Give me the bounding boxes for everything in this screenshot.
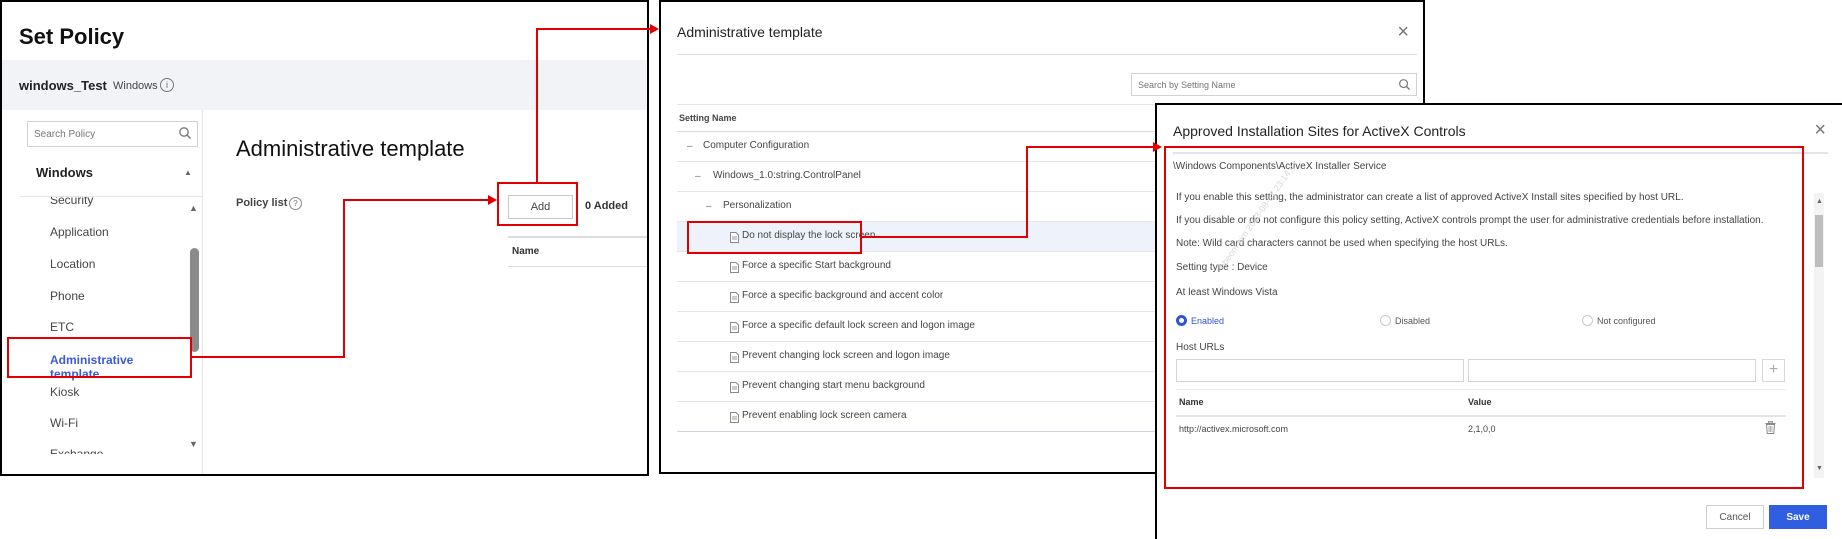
setting-label: Prevent changing start menu background bbox=[742, 380, 925, 391]
sidebar-divider bbox=[202, 110, 203, 474]
collapse-icon[interactable]: – bbox=[706, 201, 712, 212]
tree-node-label: Windows_1.0:string.ControlPanel bbox=[713, 170, 861, 181]
document-icon bbox=[730, 410, 739, 428]
setting-label: Prevent changing lock screen and logon i… bbox=[742, 350, 950, 361]
table-divider bbox=[508, 266, 647, 267]
search-icon[interactable] bbox=[178, 126, 192, 145]
annotation-connector bbox=[1026, 146, 1154, 148]
document-icon bbox=[730, 260, 739, 278]
help-icon[interactable]: ? bbox=[289, 197, 302, 210]
setting-label: Force a specific background and accent c… bbox=[742, 290, 944, 301]
setting-label: Prevent enabling lock screen camera bbox=[742, 410, 907, 421]
annotation-connector bbox=[536, 28, 538, 182]
annotation-arrow bbox=[650, 24, 659, 34]
setting-search-input[interactable] bbox=[1132, 74, 1382, 95]
document-icon bbox=[730, 290, 739, 308]
table-header-name: Name bbox=[512, 246, 540, 257]
tree-node-label: Personalization bbox=[723, 200, 792, 211]
document-icon bbox=[730, 380, 739, 398]
device-os: Windows bbox=[113, 80, 158, 92]
device-name: windows_Test bbox=[19, 78, 107, 93]
highlight-add-button bbox=[497, 182, 578, 226]
annotation-connector bbox=[343, 199, 345, 358]
highlight-setting-detail bbox=[1164, 146, 1804, 489]
sidebar-item-security[interactable]: Security bbox=[50, 197, 93, 207]
set-policy-panel: Set Policy windows_Test Windows i Window… bbox=[0, 0, 649, 476]
scroll-down-icon[interactable]: ▼ bbox=[189, 439, 198, 449]
chevron-up-icon[interactable]: ▲ bbox=[184, 168, 192, 177]
setting-label: Force a specific Start background bbox=[742, 260, 891, 271]
title-divider bbox=[677, 54, 1417, 55]
setting-search bbox=[1131, 73, 1417, 96]
sidebar-nav: Security Application Location Phone ETC … bbox=[20, 197, 185, 454]
sidebar-item-application[interactable]: Application bbox=[50, 225, 109, 239]
scroll-down-icon[interactable]: ▼ bbox=[1816, 465, 1823, 472]
policy-search-input[interactable] bbox=[28, 122, 168, 146]
info-icon[interactable]: i bbox=[160, 78, 174, 92]
sidebar-item-phone[interactable]: Phone bbox=[50, 289, 85, 303]
content-scrollbar[interactable] bbox=[1815, 215, 1823, 267]
highlight-setting-item bbox=[687, 221, 862, 254]
save-button[interactable]: Save bbox=[1769, 505, 1827, 529]
annotation-arrow bbox=[488, 195, 497, 205]
table-divider bbox=[508, 236, 647, 238]
sidebar-group-windows[interactable]: Windows bbox=[36, 165, 93, 180]
scroll-up-icon[interactable]: ▲ bbox=[189, 203, 198, 213]
search-icon[interactable] bbox=[1398, 78, 1411, 96]
cancel-button[interactable]: Cancel bbox=[1706, 505, 1764, 529]
annotation-connector bbox=[343, 199, 488, 201]
sidebar-item-etc[interactable]: ETC bbox=[50, 320, 74, 334]
close-icon[interactable]: × bbox=[1397, 22, 1409, 42]
annotation-connector bbox=[536, 28, 651, 30]
column-header-setting-name: Setting Name bbox=[679, 113, 737, 123]
dialog-title: Administrative template bbox=[677, 24, 823, 40]
sidebar-item-location[interactable]: Location bbox=[50, 257, 95, 271]
scroll-up-icon[interactable]: ▲ bbox=[1816, 198, 1823, 205]
collapse-icon[interactable]: – bbox=[687, 141, 693, 152]
annotation-connector bbox=[862, 236, 1028, 238]
added-count: 0 Added bbox=[585, 200, 628, 212]
policy-list-label: Policy list bbox=[236, 197, 288, 209]
annotation-connector bbox=[1026, 146, 1028, 238]
collapse-icon[interactable]: – bbox=[695, 171, 701, 182]
setting-label: Force a specific default lock screen and… bbox=[742, 320, 975, 331]
sidebar-item-kiosk[interactable]: Kiosk bbox=[50, 385, 79, 399]
annotation-connector bbox=[192, 356, 345, 358]
document-icon bbox=[730, 350, 739, 368]
sidebar-item-exchange[interactable]: Exchange bbox=[50, 447, 103, 454]
sidebar-item-wifi[interactable]: Wi-Fi bbox=[50, 416, 78, 430]
highlight-administrative-template bbox=[7, 337, 192, 378]
annotation-arrow bbox=[1153, 142, 1162, 152]
policy-search bbox=[27, 121, 198, 147]
tree-node-label: Computer Configuration bbox=[703, 140, 810, 151]
dialog-title: Approved Installation Sites for ActiveX … bbox=[1173, 123, 1466, 139]
document-icon bbox=[730, 320, 739, 338]
close-icon[interactable]: × bbox=[1814, 120, 1826, 140]
page-title: Set Policy bbox=[19, 24, 125, 49]
section-title: Administrative template bbox=[236, 136, 465, 161]
